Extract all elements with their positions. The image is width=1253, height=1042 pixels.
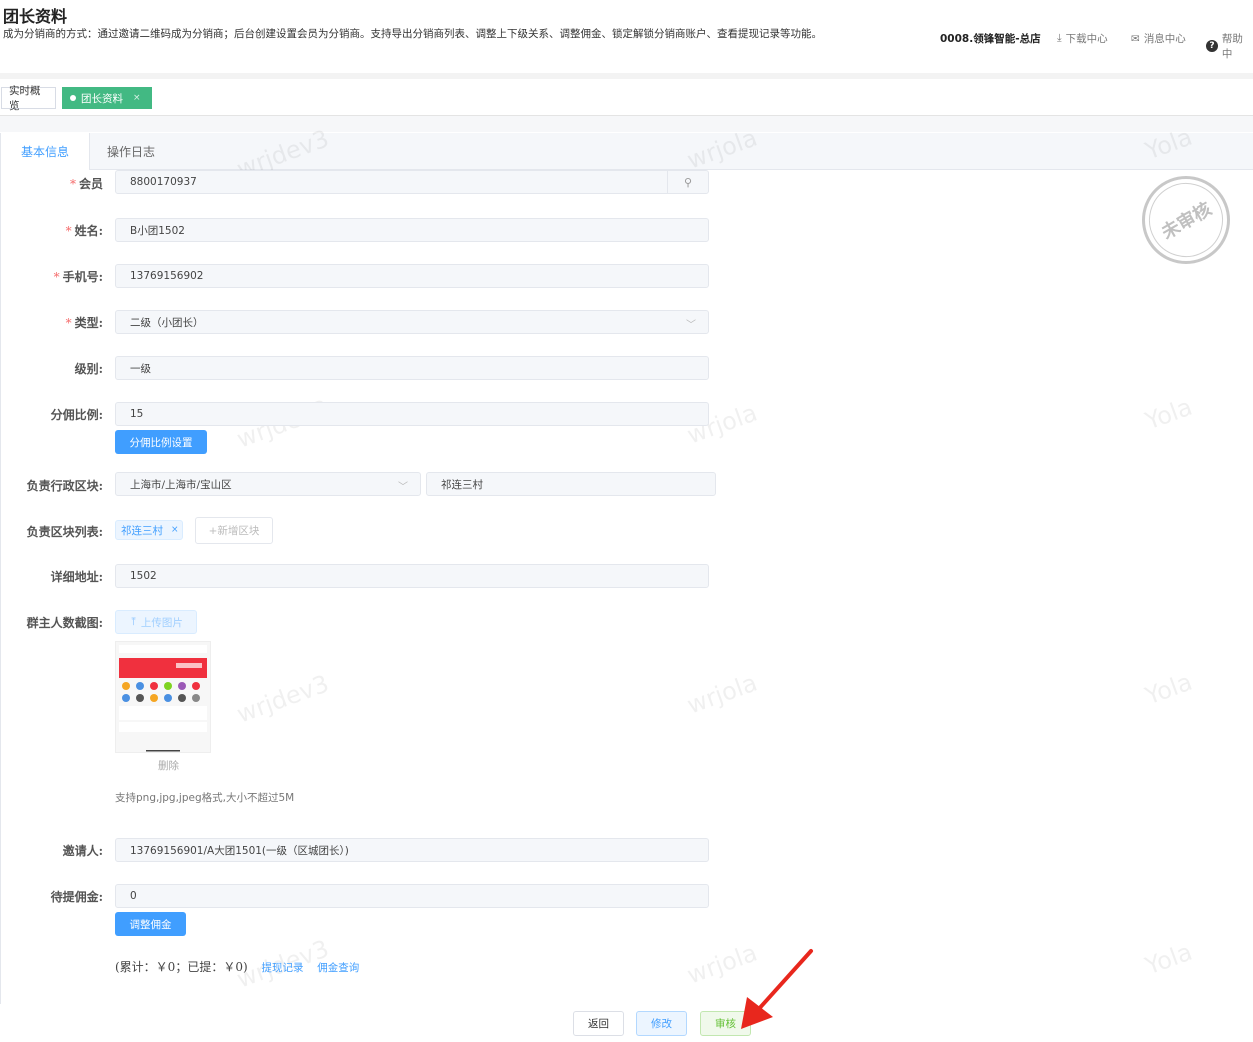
download-center-link[interactable]: ⤓ 下载中心 — [1057, 31, 1108, 46]
header-divider — [0, 73, 1253, 79]
help-center-link[interactable]: ? 帮助中 — [1206, 31, 1253, 61]
download-icon: ⤓ — [1057, 32, 1062, 44]
inviter-label: 邀请人: — [62, 844, 103, 858]
delete-image-link[interactable]: 删除 — [158, 758, 179, 773]
upload-hint: 支持png,jpg,jpeg格式,大小不超过5M — [115, 792, 295, 804]
phone-label: * 手机号: — [53, 270, 103, 284]
tab-operation-log[interactable]: 操作日志 — [90, 133, 172, 169]
tag-leader-profile[interactable]: 团长资料 × — [62, 87, 152, 109]
block-chip[interactable]: 祁连三村 × — [115, 520, 183, 540]
blocks-label: 负责区块列表: — [26, 525, 103, 539]
tags-bar — [0, 83, 1253, 116]
name-label: * 姓名: — [65, 224, 103, 238]
commission-label: 待提佣金: — [50, 890, 103, 904]
commission-query-link[interactable]: 佣金查询 — [317, 962, 359, 974]
type-label: * 类型: — [65, 316, 103, 330]
member-label: * 会员 — [69, 177, 103, 191]
upload-icon: ⤒ — [129, 616, 138, 628]
close-icon[interactable]: × — [171, 525, 179, 535]
mail-icon: ✉ — [1131, 32, 1140, 45]
ratio-settings-button[interactable]: 分佣比例设置 — [115, 430, 207, 454]
add-block-button[interactable]: +新增区块 — [195, 517, 273, 544]
help-icon: ? — [1206, 40, 1218, 52]
commission-field[interactable]: 0 — [115, 884, 709, 908]
inviter-field[interactable]: 13769156901/A大团1501(一级（区城团长）) — [115, 838, 709, 862]
active-dot-icon — [70, 95, 76, 101]
phone-screenshot-image — [116, 642, 210, 752]
store-name[interactable]: 0008.领锋智能-总店 — [940, 31, 1041, 46]
uploaded-image-thumbnail[interactable] — [115, 641, 211, 753]
type-select[interactable]: 二级（小团长） ﹀ — [115, 310, 709, 334]
unreviewed-stamp: 未审核 — [1135, 169, 1237, 271]
tag-overview[interactable]: 实时概览 — [1, 85, 56, 112]
edit-button[interactable]: 修改 — [636, 1011, 687, 1036]
phone-field[interactable]: 13769156902 — [115, 264, 709, 288]
address-field[interactable]: 1502 — [115, 564, 709, 588]
chevron-down-icon: ﹀ — [686, 320, 696, 331]
red-arrow-annotation — [741, 949, 813, 1029]
withdraw-records-link[interactable]: 提现记录 — [261, 962, 303, 974]
address-label: 详细地址: — [50, 570, 103, 584]
commission-summary: (累计：￥0；已提：￥0) 提现记录 佣金查询 — [115, 960, 360, 974]
close-icon[interactable]: × — [133, 93, 141, 103]
content-gap — [0, 116, 1253, 132]
tab-basic-info[interactable]: 基本信息 — [1, 133, 90, 170]
village-field[interactable]: 祁连三村 — [426, 472, 716, 496]
upload-image-button[interactable]: ⤒ 上传图片 — [115, 610, 197, 634]
search-icon[interactable]: ⚲ — [667, 171, 708, 193]
adjust-commission-button[interactable]: 调整佣金 — [115, 912, 186, 936]
tabs-header — [1, 133, 1253, 170]
name-field[interactable]: B小团1502 — [115, 218, 709, 242]
page-description: 成为分销商的方式：通过邀请二维码成为分销商；后台创建设置会员为分销商。支持导出分… — [3, 28, 822, 40]
message-center-link[interactable]: ✉ 消息中心 — [1131, 31, 1186, 46]
back-button[interactable]: 返回 — [573, 1011, 624, 1036]
level-field[interactable]: 一级 — [115, 356, 709, 380]
region-cascader[interactable]: 上海市/上海市/宝山区 ﹀ — [115, 472, 421, 496]
screenshot-label: 群主人数截图: — [26, 616, 103, 630]
ratio-label: 分佣比例: — [50, 408, 103, 422]
chevron-down-icon: ﹀ — [398, 482, 408, 493]
region-label: 负责行政区块: — [26, 479, 103, 493]
ratio-field[interactable]: 15 — [115, 402, 709, 426]
level-label: 级别: — [74, 362, 103, 376]
member-field[interactable]: 8800170937 ⚲ — [115, 170, 709, 194]
page-title: 团长资料 — [3, 7, 68, 26]
